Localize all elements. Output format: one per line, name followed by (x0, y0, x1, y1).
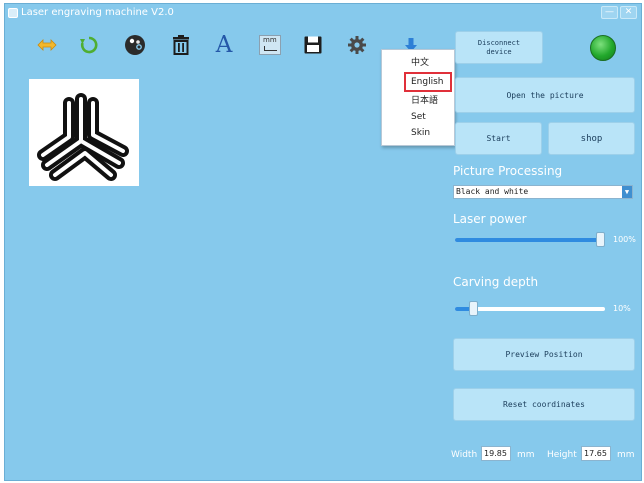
open-picture-button[interactable]: Open the picture (455, 77, 635, 113)
connection-status-indicator (590, 35, 616, 61)
picture-processing-label: Picture Processing (453, 164, 563, 178)
height-unit: mm (617, 450, 635, 460)
processing-mode-select[interactable]: Black and white ▼ (453, 185, 633, 199)
color-tool-button[interactable] (120, 30, 150, 60)
menu-item-skin[interactable]: Skin (382, 126, 454, 140)
menu-selection-highlight (404, 72, 452, 92)
engraving-preview-image[interactable] (29, 79, 139, 186)
swap-arrows-icon (37, 39, 57, 51)
size-tool-button[interactable]: mm (255, 30, 285, 60)
menu-item-set[interactable]: Set (382, 110, 454, 124)
delete-tool-button[interactable] (166, 30, 196, 60)
language-dropdown-menu: 中文 English 日本語 Set Skin (381, 49, 455, 146)
save-tool-button[interactable] (298, 30, 328, 60)
mm-ruler-icon: mm (259, 35, 281, 55)
gear-icon (348, 36, 366, 54)
save-icon (304, 36, 322, 54)
preview-position-button[interactable]: Preview Position (453, 338, 635, 371)
laser-power-value: 100% (613, 235, 636, 244)
carving-depth-slider[interactable] (455, 301, 605, 316)
window-controls: — ✕ (601, 6, 637, 19)
laser-power-slider-fill (455, 238, 601, 242)
start-button[interactable]: Start (455, 122, 542, 155)
width-unit: mm (517, 450, 535, 460)
carving-depth-slider-thumb[interactable] (469, 301, 478, 316)
app-icon (8, 8, 18, 18)
text-icon: A (215, 32, 233, 58)
minimize-button[interactable]: — (601, 6, 618, 19)
close-button[interactable]: ✕ (620, 6, 637, 19)
menu-item-chinese[interactable]: 中文 (382, 56, 454, 70)
window-title: Laser engraving machine V2.0 (21, 7, 174, 18)
rotate-icon (80, 36, 98, 54)
menu-item-japanese[interactable]: 日本語 (382, 94, 454, 108)
text-tool-button[interactable]: A (209, 30, 239, 60)
processing-mode-value: Black and white (456, 187, 529, 196)
settings-tool-button[interactable] (342, 30, 372, 60)
chevron-down-icon[interactable]: ▼ (622, 186, 632, 198)
rotate-tool-button[interactable] (74, 30, 104, 60)
height-input[interactable]: 17.65 (581, 446, 611, 461)
tri-link-logo-icon (37, 93, 129, 181)
carving-depth-label: Carving depth (453, 275, 539, 289)
laser-power-label: Laser power (453, 212, 527, 226)
carving-depth-value: 10% (613, 304, 631, 313)
shop-button[interactable]: shop (548, 122, 635, 155)
disconnect-device-button[interactable]: Disconnect device (455, 31, 543, 64)
swap-tool-button[interactable] (32, 30, 62, 60)
laser-power-slider-thumb[interactable] (596, 232, 605, 247)
height-label: Height (547, 450, 577, 460)
title-bar[interactable]: Laser engraving machine V2.0 — ✕ (5, 4, 641, 22)
width-label: Width (451, 450, 478, 460)
reset-coordinates-button[interactable]: Reset coordinates (453, 388, 635, 421)
palette-icon (125, 35, 145, 55)
laser-power-slider[interactable] (455, 232, 605, 247)
trash-icon (173, 35, 189, 55)
width-input[interactable]: 19.85 (481, 446, 511, 461)
